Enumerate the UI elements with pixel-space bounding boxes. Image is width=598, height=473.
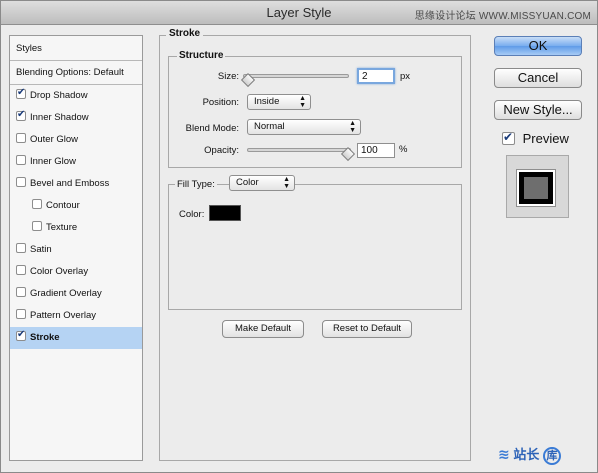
style-checkbox[interactable]: [32, 199, 42, 210]
color-label: Color:: [179, 209, 205, 220]
style-item-label: Inner Glow: [30, 156, 76, 167]
style-checkbox[interactable]: [16, 287, 26, 298]
blending-options-label: Blending Options: Default: [16, 67, 124, 78]
style-checkbox[interactable]: [16, 133, 26, 144]
ok-button[interactable]: OK: [494, 36, 582, 56]
styles-list: Styles Blending Options: Default Drop Sh…: [9, 35, 143, 461]
blend-mode-label: Blend Mode:: [185, 123, 239, 134]
structure-group: Structure Size: 2 px Position: Inside ▲ ▼…: [168, 50, 462, 168]
style-item-inner-shadow[interactable]: Inner Shadow: [10, 107, 142, 129]
logo-text: 站长: [513, 447, 540, 462]
site-logo: ≋ 站长 库: [498, 444, 561, 465]
style-checkbox[interactable]: [16, 87, 26, 100]
layer-style-window: Layer Style 思缘设计论坛 WWW.MISSYUAN.COM Styl…: [0, 0, 598, 473]
style-checkbox[interactable]: [16, 155, 26, 166]
blending-options-item[interactable]: Blending Options: Default: [10, 61, 142, 85]
style-checkbox[interactable]: [16, 177, 26, 188]
blend-mode-value: Normal: [254, 121, 285, 132]
style-checkbox[interactable]: [16, 309, 26, 320]
stroke-color-swatch[interactable]: [209, 205, 241, 221]
style-checkbox[interactable]: [16, 109, 26, 122]
opacity-input[interactable]: 100: [357, 143, 395, 158]
style-item-bevel-and-emboss[interactable]: Bevel and Emboss: [10, 173, 142, 195]
size-unit: px: [400, 71, 411, 82]
style-checkbox[interactable]: [16, 265, 26, 276]
style-checkbox[interactable]: [32, 221, 42, 232]
styles-header[interactable]: Styles: [10, 36, 142, 61]
size-slider-track[interactable]: [243, 74, 349, 78]
preview-checkbox[interactable]: Preview: [502, 131, 569, 146]
reset-default-button[interactable]: Reset to Default: [322, 320, 412, 338]
style-item-label: Stroke: [30, 332, 60, 343]
select-arrows-icon: ▲ ▼: [299, 95, 306, 109]
style-item-label: Drop Shadow: [30, 90, 88, 101]
opacity-unit: %: [399, 144, 408, 155]
logo-badge: 库: [543, 447, 561, 465]
preview-square-fill: [524, 177, 548, 199]
logo-swirl-icon: ≋: [498, 446, 510, 462]
position-select[interactable]: Inside ▲ ▼: [247, 94, 311, 110]
style-item-drop-shadow[interactable]: Drop Shadow: [10, 85, 142, 107]
style-item-label: Color Overlay: [30, 266, 89, 277]
style-checkbox[interactable]: [16, 329, 26, 342]
style-items: Drop Shadow Inner Shadow Outer Glow Inner G…: [10, 85, 142, 349]
fill-type-value: Color: [236, 177, 259, 188]
style-item-label: Pattern Overlay: [30, 310, 96, 321]
style-item-color-overlay[interactable]: Color Overlay: [10, 261, 142, 283]
style-item-outer-glow[interactable]: Outer Glow: [10, 129, 142, 151]
fill-type-group: Fill Type: Color ▲ ▼ Color:: [168, 175, 462, 310]
style-item-gradient-overlay[interactable]: Gradient Overlay: [10, 283, 142, 305]
new-style-button[interactable]: New Style...: [494, 100, 582, 120]
style-item-satin[interactable]: Satin: [10, 239, 142, 261]
style-item-label: Inner Shadow: [30, 112, 89, 123]
fill-type-label: Fill Type:: [175, 179, 217, 190]
blend-mode-select[interactable]: Normal ▲ ▼: [247, 119, 361, 135]
watermark-text: 思缘设计论坛 WWW.MISSYUAN.COM: [414, 11, 591, 22]
size-input[interactable]: 2: [357, 68, 395, 84]
size-label: Size:: [217, 71, 239, 82]
structure-title: Structure: [177, 50, 226, 61]
select-arrows-icon: ▲ ▼: [349, 120, 356, 134]
select-arrows-icon: ▲ ▼: [283, 176, 290, 190]
preview-thumbnail: [506, 155, 569, 218]
opacity-label: Opacity:: [204, 145, 239, 156]
position-value: Inside: [254, 96, 280, 107]
style-item-stroke[interactable]: Stroke: [10, 327, 142, 349]
style-item-pattern-overlay[interactable]: Pattern Overlay: [10, 305, 142, 327]
style-checkbox[interactable]: [16, 243, 26, 254]
panel-title: Stroke: [166, 28, 204, 39]
fill-type-select[interactable]: Color ▲ ▼: [229, 175, 295, 191]
style-item-contour[interactable]: Contour: [10, 195, 142, 217]
style-item-label: Outer Glow: [30, 134, 79, 145]
style-item-label: Bevel and Emboss: [30, 178, 110, 189]
styles-header-label: Styles: [16, 43, 42, 54]
style-item-label: Gradient Overlay: [30, 288, 102, 299]
title-bar[interactable]: Layer Style 思缘设计论坛 WWW.MISSYUAN.COM: [1, 1, 597, 25]
preview-checkbox-box[interactable]: [502, 131, 515, 146]
position-label: Position:: [202, 97, 239, 108]
style-item-label: Contour: [46, 200, 80, 211]
preview-square-outline: [517, 170, 555, 206]
preview-label: Preview: [522, 131, 569, 146]
style-item-label: Satin: [30, 244, 52, 255]
opacity-slider-track[interactable]: [247, 148, 351, 152]
style-item-inner-glow[interactable]: Inner Glow: [10, 151, 142, 173]
stroke-panel: Stroke Structure Size: 2 px Position: In…: [159, 28, 471, 461]
style-item-texture[interactable]: Texture: [10, 217, 142, 239]
window-title: Layer Style: [266, 5, 332, 20]
style-item-label: Texture: [46, 222, 78, 233]
cancel-button[interactable]: Cancel: [494, 68, 582, 88]
make-default-button[interactable]: Make Default: [222, 320, 304, 338]
